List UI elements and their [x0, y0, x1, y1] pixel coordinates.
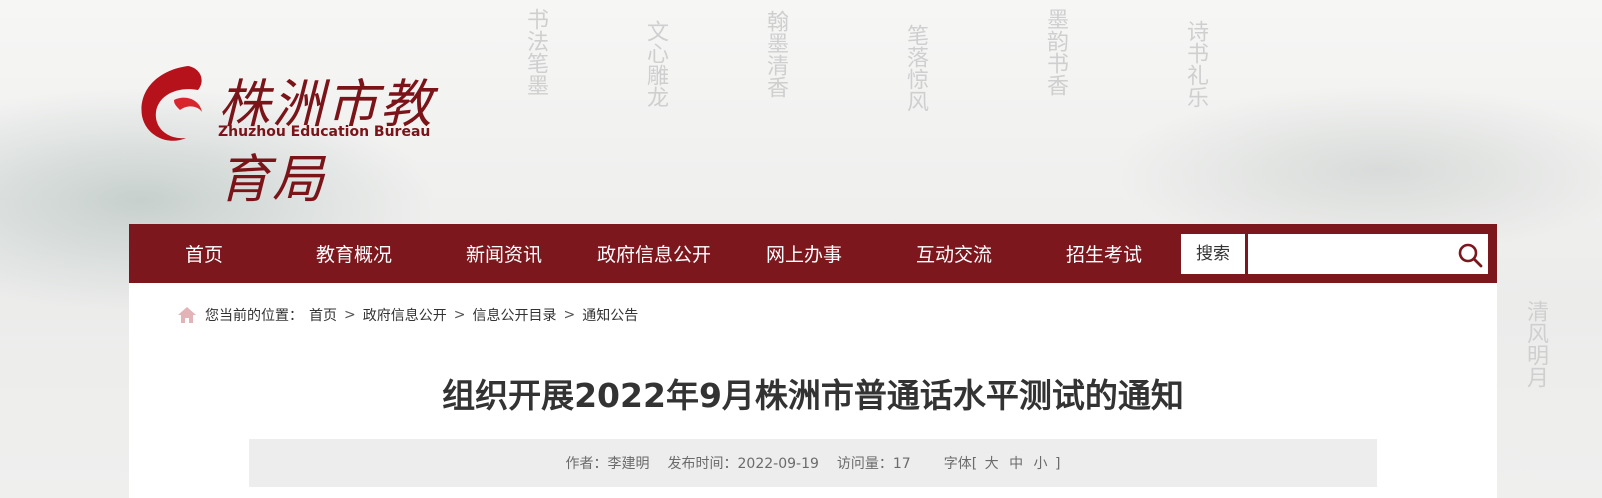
- font-size-label: 字体[: [943, 456, 978, 472]
- breadcrumb-separator: >: [453, 307, 466, 323]
- breadcrumb-separator: >: [344, 307, 356, 323]
- article-title: 组织开展2022年9月株洲市普通话水平测试的通知: [442, 376, 1184, 415]
- date-value: 2022-09-19: [737, 456, 819, 472]
- site-logo[interactable]: 株洲市教育局 Zhuzhou Education Bureau: [128, 56, 458, 210]
- author-value: 李建明: [607, 456, 650, 472]
- nav-item-education-overview[interactable]: 教育概况: [279, 240, 429, 267]
- font-size-medium-button[interactable]: 中: [1009, 456, 1023, 472]
- decorative-calligraphy: 墨韵书香: [1043, 8, 1068, 96]
- decorative-calligraphy: 清风明月: [1523, 300, 1548, 388]
- flame-logo-icon: [141, 66, 202, 141]
- breadcrumb-separator: >: [563, 307, 576, 323]
- font-size-large-button[interactable]: 大: [985, 456, 999, 472]
- author-label: 作者：: [565, 456, 608, 472]
- views-value: 17: [892, 456, 911, 472]
- breadcrumb: 您当前的位置： 首页 > 政府信息公开 > 信息公开目录 > 通知公告: [177, 305, 638, 325]
- nav-item-news[interactable]: 新闻资讯: [429, 240, 579, 267]
- breadcrumb-link-notices[interactable]: 通知公告: [582, 305, 638, 325]
- nav-item-online-services[interactable]: 网上办事: [729, 240, 879, 267]
- article-date: 发布时间：2022-09-19: [668, 453, 819, 473]
- home-icon: [178, 307, 196, 323]
- breadcrumb-link-home[interactable]: 首页: [309, 305, 337, 325]
- decorative-calligraphy: 书法笔墨: [523, 8, 548, 96]
- nav-item-interaction[interactable]: 互动交流: [879, 240, 1029, 267]
- decorative-calligraphy: 诗书礼乐: [1183, 20, 1208, 108]
- article-views: 访问量：17: [837, 453, 911, 473]
- views-label: 访问量：: [836, 456, 893, 472]
- decorative-calligraphy: 笔落惊风: [903, 24, 928, 112]
- article-author: 作者：李建明: [566, 453, 650, 473]
- search-label: 搜索: [1181, 234, 1245, 274]
- nav-item-home[interactable]: 首页: [129, 240, 279, 267]
- article-meta-bar: 作者：李建明 发布时间：2022-09-19 访问量：17 字体[ 大 中 小 …: [249, 439, 1377, 487]
- breadcrumb-prefix: 您当前的位置：: [205, 308, 303, 324]
- font-size-small-button[interactable]: 小: [1034, 456, 1048, 472]
- nav-item-government-info[interactable]: 政府信息公开: [579, 240, 729, 267]
- breadcrumb-link-info-catalog[interactable]: 信息公开目录: [472, 305, 556, 325]
- article-content: 您当前的位置： 首页 > 政府信息公开 > 信息公开目录 > 通知公告 组织开展…: [129, 283, 1497, 498]
- breadcrumb-link-government-info[interactable]: 政府信息公开: [363, 305, 447, 325]
- date-label: 发布时间：: [667, 456, 738, 472]
- search-input[interactable]: [1248, 234, 1488, 274]
- search-icon[interactable]: [1457, 242, 1483, 268]
- font-size-control: 字体[ 大 中 小 ]: [944, 453, 1061, 473]
- decorative-calligraphy: 文心雕龙: [643, 20, 668, 108]
- font-size-close: ]: [1055, 456, 1061, 472]
- logo-english-name: Zhuzhou Education Bureau: [218, 124, 431, 140]
- main-nav: 首页 教育概况 新闻资讯 政府信息公开 网上办事 互动交流 招生考试 搜索: [129, 224, 1497, 283]
- nav-item-enrollment[interactable]: 招生考试: [1029, 240, 1179, 267]
- decorative-calligraphy: 翰墨清香: [763, 10, 788, 98]
